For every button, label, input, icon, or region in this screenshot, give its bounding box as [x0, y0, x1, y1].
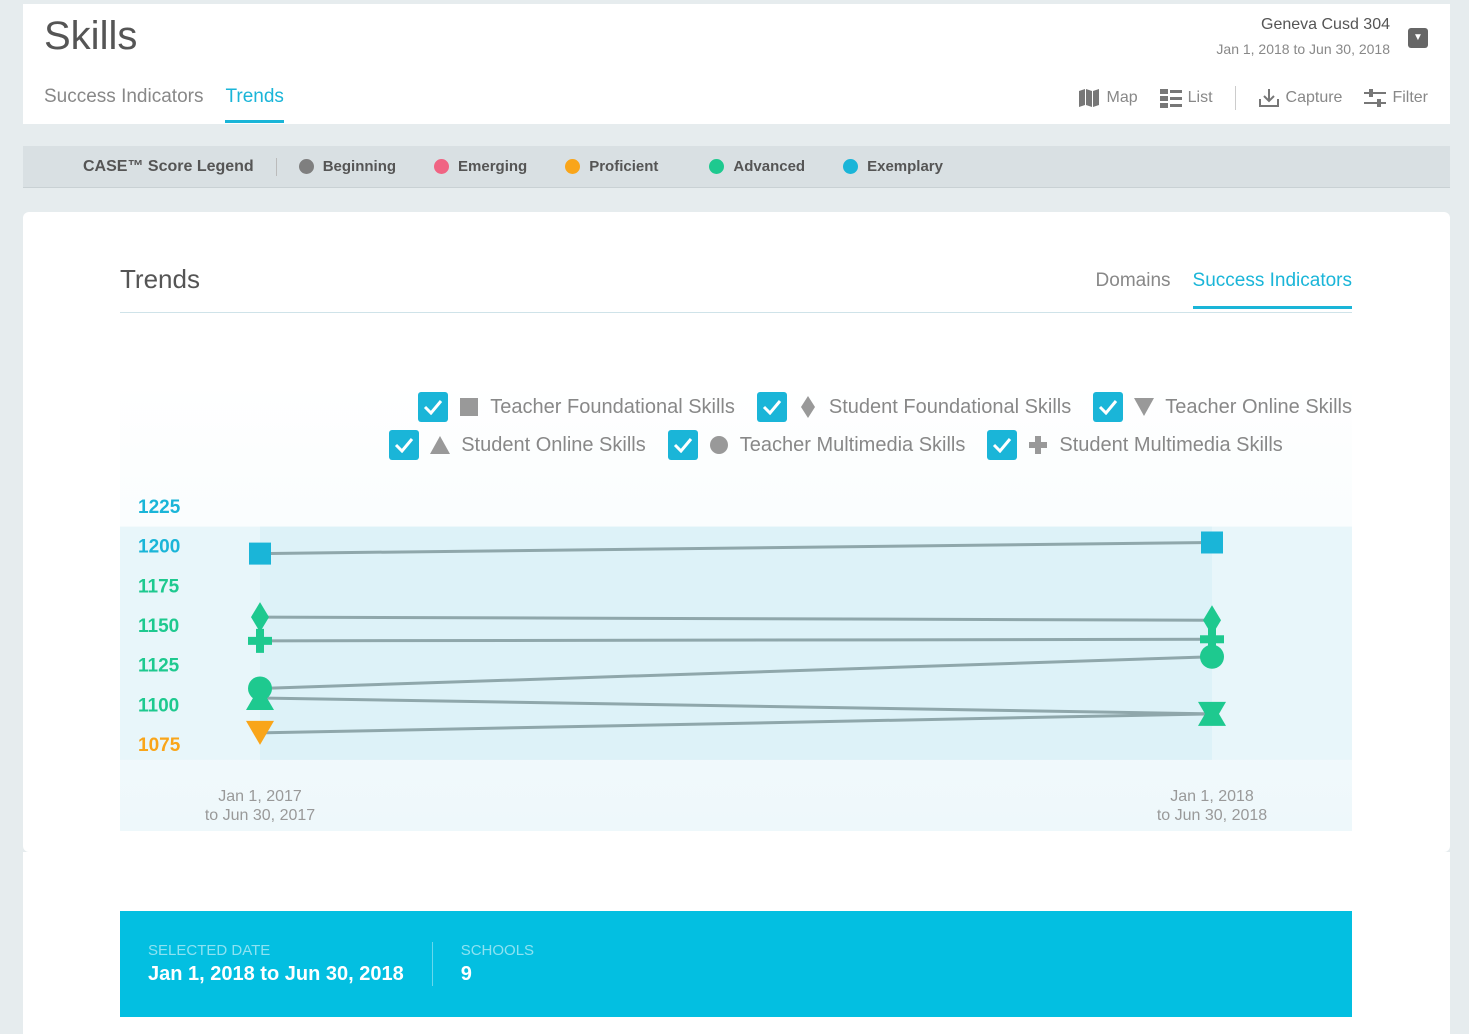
schools-block: SCHOOLS 9 — [433, 942, 562, 986]
y-tick-label: 1225 — [138, 497, 181, 518]
legend-dot-icon — [843, 159, 859, 174]
legend-label: Proficient — [589, 158, 659, 175]
tab-success-indicators[interactable]: Success Indicators — [44, 86, 203, 123]
series-toggle-teacher-online[interactable]: Teacher Online Skills — [1093, 392, 1352, 422]
checkbox-checked-icon[interactable] — [667, 430, 698, 460]
toolbar-divider — [1234, 86, 1236, 110]
selected-date-label: SELECTED DATE — [148, 942, 271, 959]
legend-dot-icon — [434, 159, 450, 174]
schools-label: SCHOOLS — [460, 942, 535, 959]
checkbox-checked-icon[interactable] — [389, 430, 420, 460]
legend-label: Exemplary — [867, 158, 943, 175]
capture-label: Capture — [1285, 89, 1343, 106]
series-toggle-student-online[interactable]: Student Online Skills — [389, 430, 646, 460]
series-legend-row: Student Online Skills Teacher Multimedia… — [120, 430, 1352, 460]
district-dropdown-icon[interactable]: ▼ — [1408, 28, 1428, 48]
divider — [120, 312, 1352, 313]
filter-button[interactable]: Filter — [1364, 88, 1428, 108]
page-title: Skills — [44, 14, 138, 58]
data-point-plus — [1200, 635, 1224, 644]
selection-info-bar: SELECTED DATE Jan 1, 2018 to Jun 30, 201… — [120, 911, 1352, 1017]
map-button[interactable]: Map — [1078, 88, 1138, 108]
checkbox-checked-icon[interactable] — [987, 430, 1018, 460]
data-point-square — [1201, 531, 1223, 554]
legend-dot-icon — [565, 159, 581, 174]
plot-range-band — [260, 526, 1212, 760]
y-tick-label: 1150 — [138, 616, 179, 637]
legend-item-emerging: Emerging — [434, 158, 527, 175]
series-label: Student Online Skills — [461, 433, 646, 456]
tab-trends[interactable]: Trends — [225, 86, 284, 123]
legend-label: Advanced — [733, 158, 806, 175]
series-toggle-student-foundational[interactable]: Student Foundational Skills — [756, 392, 1072, 422]
triangle-down-icon — [1133, 396, 1155, 418]
capture-button[interactable]: Capture — [1258, 88, 1343, 108]
x-tick-label: Jan 1, 2018 — [1170, 788, 1254, 805]
circle-icon — [708, 434, 730, 456]
data-point-square — [249, 542, 271, 565]
map-icon — [1079, 89, 1100, 107]
series-label: Teacher Multimedia Skills — [739, 433, 966, 456]
data-point-circle — [248, 676, 272, 701]
filter-label: Filter — [1392, 89, 1428, 106]
x-tick-label: Jan 1, 2017 — [218, 788, 302, 805]
district-name[interactable]: Geneva Cusd 304 — [1261, 16, 1390, 34]
download-icon — [1258, 89, 1279, 107]
y-tick-label: 1125 — [138, 656, 180, 677]
legend-label: Beginning — [322, 158, 397, 175]
series-label: Teacher Online Skills — [1165, 395, 1352, 418]
legend-label: Emerging — [458, 158, 528, 175]
nav-tabs: Success Indicators Trends — [44, 86, 284, 123]
list-label: List — [1187, 89, 1213, 106]
series-label: Teacher Foundational Skills — [490, 395, 735, 418]
sliders-icon — [1364, 89, 1387, 107]
toolbar: Map List Capture Filter — [1078, 86, 1428, 110]
score-legend-title: CASE™ Score Legend — [83, 157, 277, 176]
x-tick-label: to Jun 30, 2018 — [1157, 807, 1267, 824]
series-toggle-teacher-foundational[interactable]: Teacher Foundational Skills — [418, 392, 735, 422]
legend-item-advanced: Advanced — [709, 158, 805, 175]
list-button[interactable]: List — [1159, 88, 1213, 108]
legend-item-exemplary: Exemplary — [843, 158, 943, 175]
trends-sub-tabs: Domains Success Indicators — [1096, 270, 1352, 309]
y-tick-label: 1175 — [138, 576, 180, 597]
selected-date-block: SELECTED DATE Jan 1, 2018 to Jun 30, 201… — [120, 942, 433, 986]
legend-item-beginning: Beginning — [298, 158, 397, 175]
y-tick-label: 1200 — [138, 537, 180, 558]
tab-domains[interactable]: Domains — [1096, 270, 1171, 309]
header-card: Skills Geneva Cusd 304 Jan 1, 2018 to Ju… — [23, 4, 1450, 124]
trends-title: Trends — [120, 264, 200, 294]
score-legend-bar: CASE™ Score Legend Beginning Emerging Pr… — [23, 146, 1450, 188]
legend-dot-icon — [298, 159, 314, 174]
legend-dot-icon — [709, 159, 725, 174]
checkbox-checked-icon[interactable] — [418, 392, 449, 422]
district-dates: Jan 1, 2018 to Jun 30, 2018 — [1216, 41, 1390, 57]
map-label: Map — [1106, 89, 1138, 106]
square-icon — [458, 396, 480, 418]
series-label: Student Foundational Skills — [828, 395, 1072, 418]
series-line — [259, 637, 1213, 643]
tab-success-indicators-sub[interactable]: Success Indicators — [1192, 270, 1352, 309]
y-tick-label: 1075 — [138, 735, 181, 756]
data-point-plus — [248, 636, 272, 645]
selected-date-value: Jan 1, 2018 to Jun 30, 2018 — [148, 963, 404, 985]
x-tick-label: to Jun 30, 2017 — [205, 807, 315, 824]
series-toggle-student-multimedia[interactable]: Student Multimedia Skills — [987, 430, 1283, 460]
series-label: Student Multimedia Skills — [1059, 433, 1283, 456]
series-toggle-teacher-multimedia[interactable]: Teacher Multimedia Skills — [667, 430, 966, 460]
plus-icon — [1027, 434, 1049, 456]
diamond-icon — [797, 396, 819, 418]
list-icon — [1159, 89, 1182, 108]
legend-item-proficient: Proficient — [565, 158, 658, 175]
schools-count: 9 — [460, 963, 472, 985]
triangle-up-icon — [429, 434, 451, 456]
checkbox-checked-icon[interactable] — [756, 392, 787, 422]
series-legend-row: Teacher Foundational Skills Student Foun… — [120, 392, 1352, 422]
series-legend: Teacher Foundational Skills Student Foun… — [120, 392, 1352, 468]
y-tick-label: 1100 — [138, 695, 179, 716]
checkbox-checked-icon[interactable] — [1093, 392, 1124, 422]
